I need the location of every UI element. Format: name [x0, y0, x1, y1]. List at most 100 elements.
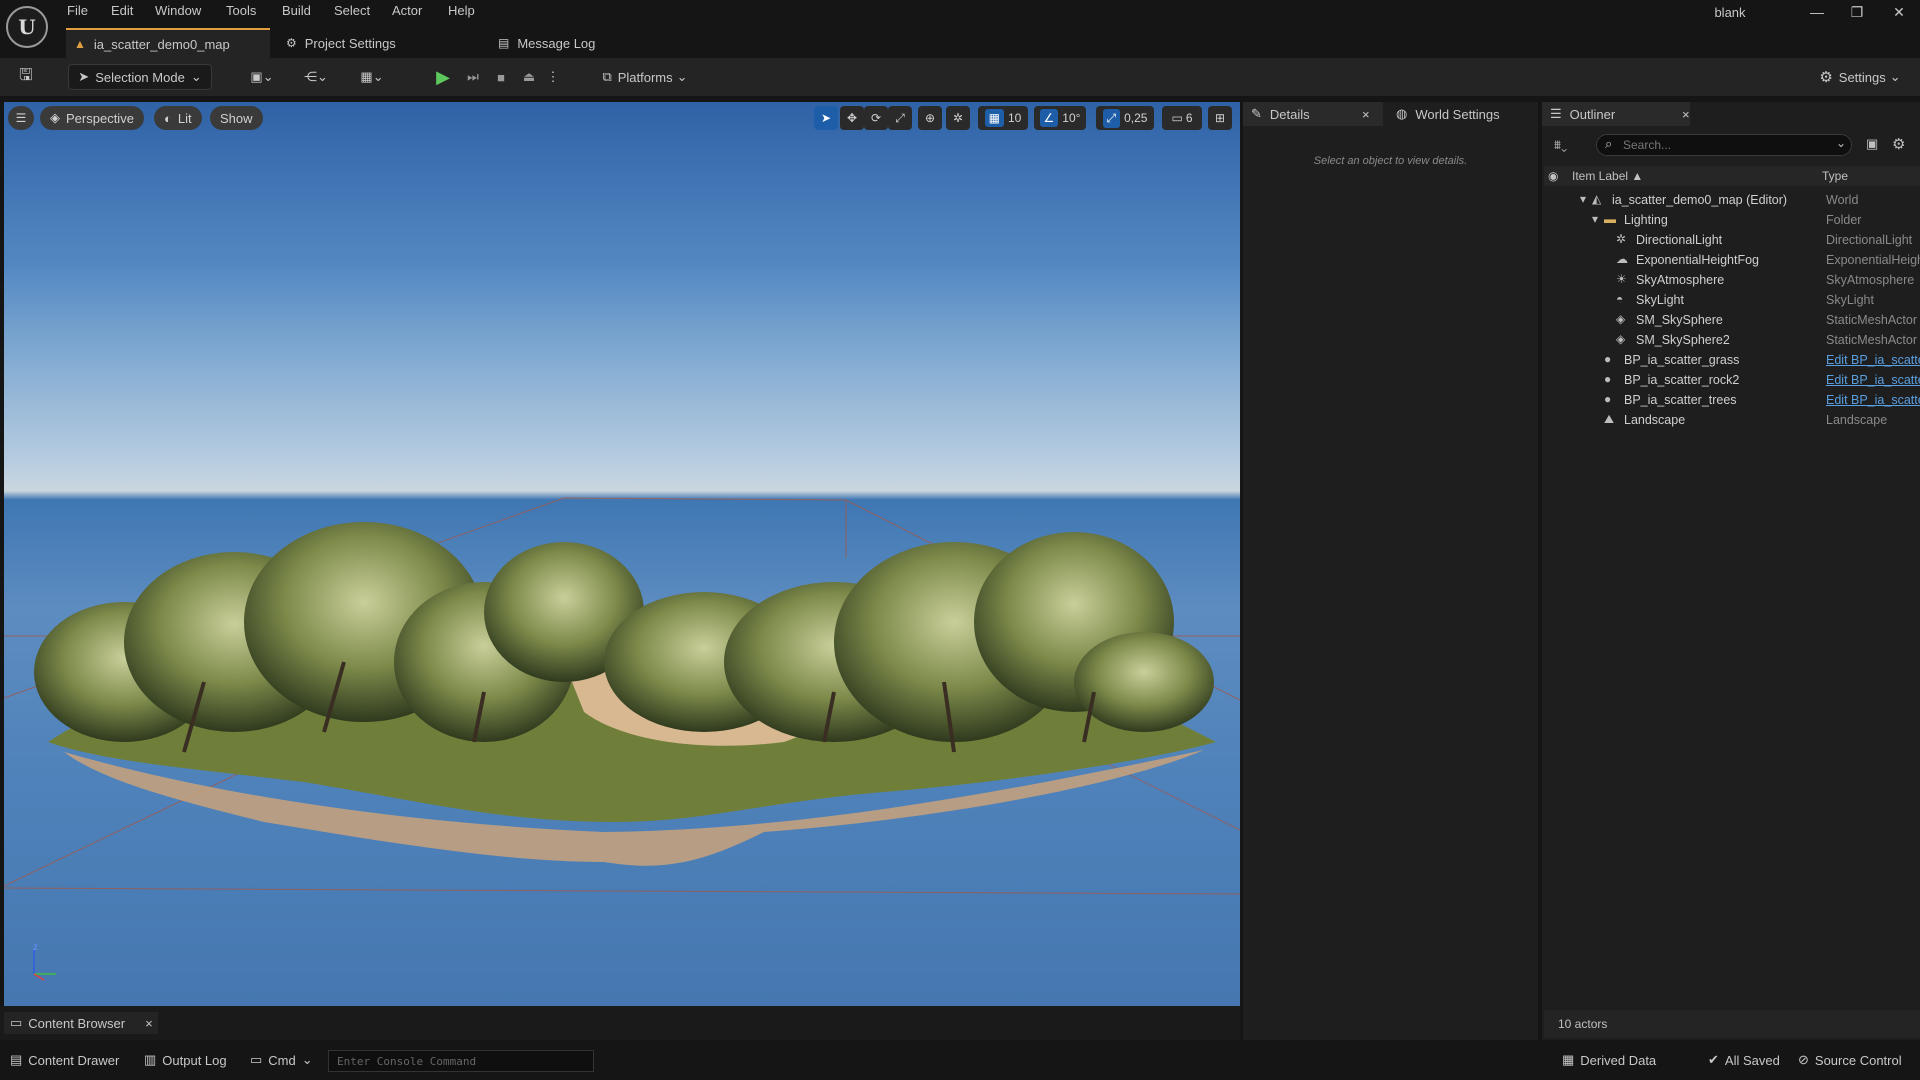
add-actor-button[interactable]: ▣⌄: [242, 64, 282, 90]
camera-speed-button[interactable]: ▭ 6: [1162, 106, 1202, 130]
outliner-search-input[interactable]: Search...: [1596, 134, 1852, 156]
grid-snap-value: 10: [1007, 111, 1022, 125]
eject-button[interactable]: ⏏: [516, 64, 542, 90]
lit-button[interactable]: ◐ Lit: [154, 106, 202, 130]
translate-tool-icon[interactable]: ✥: [840, 106, 864, 130]
main-toolbar: [0, 58, 1920, 96]
show-button[interactable]: Show: [210, 106, 263, 130]
select-tool-icon[interactable]: ➤: [814, 106, 838, 130]
tab-outliner[interactable]: ☰ Outliner: [1542, 102, 1690, 126]
filter-icon[interactable]: ⩩⌄: [1554, 137, 1567, 153]
edit-blueprint-link[interactable]: Edit BP_ia_scatter_rock2: [1826, 373, 1920, 387]
row-label: Lighting: [1624, 213, 1668, 227]
console-command-input[interactable]: Enter Console Command: [328, 1050, 594, 1072]
viewport-menu-button[interactable]: ☰: [8, 106, 34, 130]
pencil-icon: ✎: [1251, 106, 1262, 121]
blueprint-icon: ●: [1604, 372, 1612, 386]
close-details-icon[interactable]: ×: [1362, 102, 1378, 126]
advance-frame-button[interactable]: ⏭: [460, 64, 486, 90]
outliner-row[interactable]: ☁ ExponentialHeightFog ExponentialHeight…: [1544, 250, 1920, 270]
outliner-row[interactable]: ● BP_ia_scatter_trees Edit BP_ia_scatter…: [1544, 390, 1920, 410]
outliner-row[interactable]: ● BP_ia_scatter_rock2 Edit BP_ia_scatter…: [1544, 370, 1920, 390]
tab-world-settings[interactable]: ◍ World Settings: [1388, 102, 1538, 126]
row-label: SM_SkySphere2: [1636, 333, 1730, 347]
content-browser-label: Content Browser: [28, 1015, 126, 1031]
menu-select[interactable]: Select: [334, 3, 370, 21]
content-drawer-button[interactable]: ▤ Content Drawer: [10, 1052, 119, 1068]
menu-tools[interactable]: Tools: [226, 3, 256, 21]
close-outliner-icon[interactable]: ×: [1682, 102, 1698, 126]
edit-blueprint-link[interactable]: Edit BP_ia_scatter_grass: [1826, 353, 1920, 367]
outliner-row[interactable]: ▾ ▬ Lighting Folder: [1544, 210, 1920, 230]
new-folder-icon[interactable]: ▣: [1866, 136, 1878, 152]
blueprint-button[interactable]: ⋲⌄: [296, 64, 336, 90]
menu-file[interactable]: File: [67, 3, 88, 21]
output-log-button[interactable]: ▥ Output Log: [144, 1052, 227, 1068]
row-label: Landscape: [1624, 413, 1686, 427]
row-type: SkyAtmosphere: [1826, 273, 1915, 287]
surface-snap-icon[interactable]: ✲: [946, 106, 970, 130]
details-panel: [1243, 102, 1538, 1040]
close-window-button[interactable]: ✕: [1884, 4, 1914, 24]
restore-button[interactable]: ❐: [1842, 4, 1872, 24]
save-icon[interactable]: 🖫: [12, 64, 40, 90]
type-header[interactable]: Type: [1822, 169, 1848, 183]
tab-content-browser[interactable]: ▭ Content Browser ×: [4, 1012, 158, 1034]
outliner-row[interactable]: ● BP_ia_scatter_grass Edit BP_ia_scatter…: [1544, 350, 1920, 370]
row-label: SkyLight: [1636, 293, 1684, 307]
all-saved-button[interactable]: ✔ All Saved: [1708, 1052, 1780, 1068]
outliner-row[interactable]: ◓ SkyLight SkyLight: [1544, 290, 1920, 310]
rotation-snap-toggle[interactable]: ∠ 10°: [1034, 106, 1086, 130]
perspective-button[interactable]: ◈ Perspective: [40, 106, 144, 130]
chevron-down-icon[interactable]: ⌄: [1836, 136, 1846, 150]
outliner-row[interactable]: ✲ DirectionalLight DirectionalLight: [1544, 230, 1920, 250]
expand-arrow-icon[interactable]: ▾: [1592, 212, 1598, 226]
derived-data-label: Derived Data: [1580, 1052, 1657, 1068]
scale-snap-toggle[interactable]: ⤢ 0,25: [1096, 106, 1154, 130]
minimize-button[interactable]: —: [1802, 4, 1832, 24]
settings-dropdown[interactable]: ⚙ Settings ⌄: [1812, 64, 1908, 90]
settings-label: Settings: [1838, 69, 1886, 85]
chevron-down-icon: ⌄: [301, 1052, 313, 1067]
platforms-dropdown[interactable]: ⧉ Platforms ⌄: [596, 64, 694, 90]
source-control-button[interactable]: ⊘ Source Control: [1798, 1052, 1916, 1068]
edit-blueprint-link[interactable]: Edit BP_ia_scatter_trees: [1826, 393, 1920, 407]
tab-project-settings[interactable]: ⚙ Project Settings: [278, 28, 438, 58]
gear-icon[interactable]: ⚙: [1892, 135, 1905, 153]
item-label-header[interactable]: Item Label ▲: [1572, 169, 1643, 183]
more-options-icon[interactable]: ⋮: [544, 64, 562, 90]
gear-icon: ⚙: [1819, 69, 1833, 86]
world-space-icon[interactable]: ⊕: [918, 106, 942, 130]
outliner-row[interactable]: ◈ SM_SkySphere StaticMeshActor: [1544, 310, 1920, 330]
row-type: World: [1826, 193, 1859, 207]
play-button[interactable]: ▶: [430, 64, 456, 90]
derived-data-button[interactable]: ▦ Derived Data: [1562, 1052, 1656, 1068]
cinematics-button[interactable]: ▦⌄: [352, 64, 392, 90]
grid-snap-toggle[interactable]: ▦ 10: [978, 106, 1028, 130]
outliner-row[interactable]: ◈ SM_SkySphere2 StaticMeshActor: [1544, 330, 1920, 350]
visibility-icon[interactable]: ◉: [1548, 169, 1558, 183]
scale-tool-icon[interactable]: ⤢: [888, 106, 912, 130]
expand-arrow-icon[interactable]: ▾: [1580, 192, 1586, 206]
details-hint: Select an object to view details.: [1313, 155, 1468, 167]
viewport-layout-icon[interactable]: ⊞: [1208, 106, 1232, 130]
unreal-logo-icon[interactable]: U: [6, 6, 48, 48]
menu-window[interactable]: Window: [155, 3, 201, 21]
outliner-row[interactable]: ⛰ Landscape Landscape: [1544, 410, 1920, 430]
derived-data-icon: ▦: [1562, 1052, 1575, 1067]
row-label: ia_scatter_demo0_map (Editor): [1612, 193, 1788, 207]
menu-build[interactable]: Build: [282, 3, 311, 21]
tab-message-log[interactable]: ▤ Message Log: [490, 28, 630, 58]
outliner-row[interactable]: ☀ SkyAtmosphere SkyAtmosphere: [1544, 270, 1920, 290]
tab-map[interactable]: ▲ ia_scatter_demo0_map: [66, 28, 270, 58]
selection-mode-dropdown[interactable]: ➤ Selection Mode ⌄: [68, 64, 212, 90]
menu-edit[interactable]: Edit: [111, 3, 133, 21]
menu-actor[interactable]: Actor: [392, 3, 422, 21]
close-content-browser-icon[interactable]: ×: [145, 1016, 153, 1031]
stop-button[interactable]: ■: [488, 64, 514, 90]
level-viewport[interactable]: [4, 102, 1240, 1006]
rotate-tool-icon[interactable]: ⟳: [864, 106, 888, 130]
outliner-row[interactable]: ▾ ◭ ia_scatter_demo0_map (Editor) World: [1544, 190, 1920, 210]
cmd-dropdown[interactable]: ▭ Cmd ⌄: [250, 1052, 313, 1068]
menu-help[interactable]: Help: [448, 3, 475, 21]
